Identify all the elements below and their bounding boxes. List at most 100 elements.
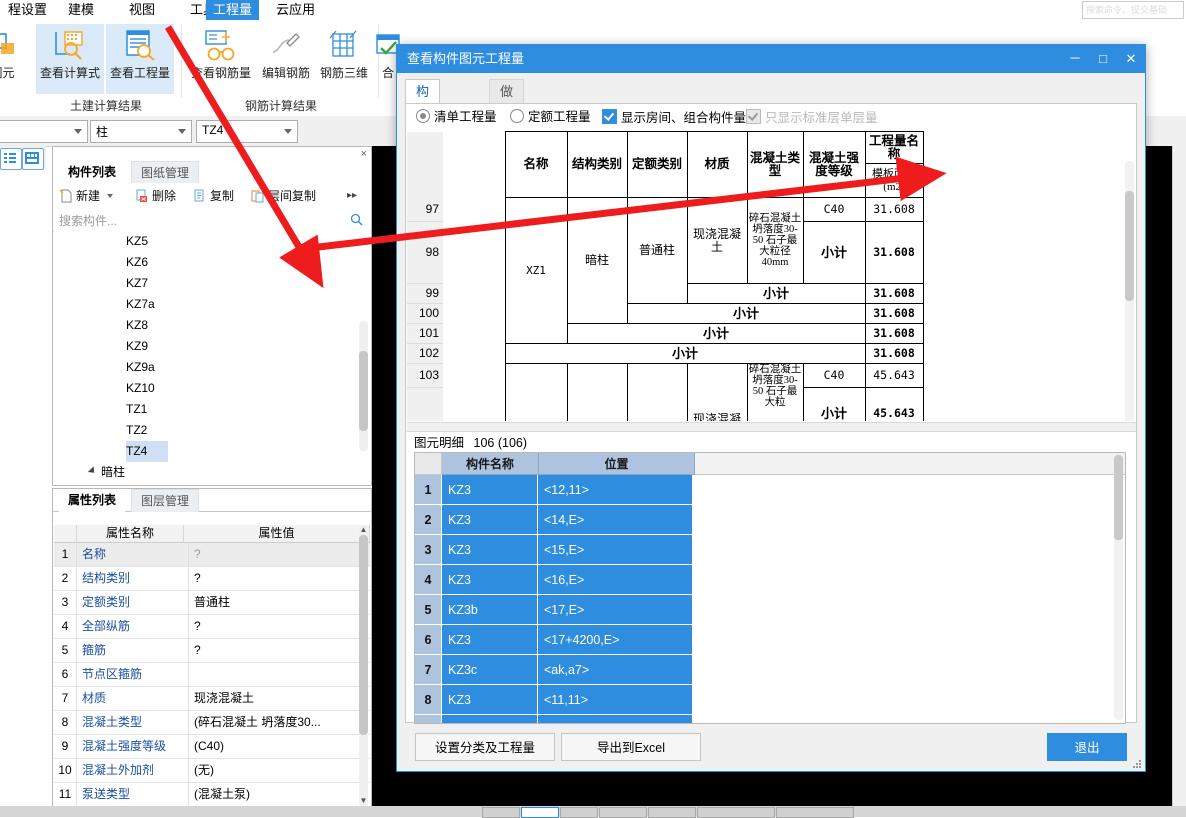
table-row[interactable]: 4 KZ3 <16,E>: [415, 565, 1125, 595]
option-norm-quantity[interactable]: 定额工程量: [510, 109, 591, 125]
table-row[interactable]: 7 材质 现浇混凝土: [54, 687, 370, 711]
menu-item-quantity[interactable]: 工程量: [206, 0, 259, 20]
resize-grip-icon[interactable]: [1133, 760, 1142, 769]
list-item[interactable]: KZ9a: [54, 357, 370, 378]
copy-component-button[interactable]: 复制: [193, 187, 234, 205]
row-value[interactable]: 普通柱: [189, 591, 370, 614]
table-row[interactable]: 6 KZ3 <17+4200,E>: [415, 625, 1125, 655]
radio-icon[interactable]: [510, 109, 524, 123]
row-value[interactable]: 现浇混凝土: [189, 687, 370, 710]
table-row[interactable]: 103 普通柱 现浇混凝土 碎石混凝土 坍落度30-50 石子最大粒 C40 4…: [407, 363, 924, 421]
radio-icon[interactable]: [416, 109, 430, 123]
ribbon-button-view-rebar[interactable]: 查看钢筋量: [187, 24, 255, 94]
table-row[interactable]: 1 KZ3 <12,11>: [415, 475, 1125, 505]
exit-button[interactable]: 退出: [1047, 733, 1127, 761]
menu-item-project-settings[interactable]: 程设置: [0, 0, 55, 20]
command-search-input[interactable]: 搜索命令、提交基础: [1082, 1, 1184, 19]
list-item[interactable]: KZ10: [54, 378, 370, 399]
table-row[interactable]: 4 全部纵筋?: [54, 615, 370, 639]
table-row[interactable]: 7 KZ3c <ak,a7>: [415, 655, 1125, 685]
table-row[interactable]: 6 节点区箍筋: [54, 663, 370, 687]
row-value[interactable]: ?: [189, 543, 370, 566]
dialog-title-bar[interactable]: 查看构件图元工程量 － □ ✕: [397, 45, 1145, 73]
option-list-quantity[interactable]: 清单工程量: [416, 109, 497, 125]
scroll-up-icon[interactable]: ▲: [358, 525, 369, 535]
copy-between-floors-button[interactable]: 层间复制: [251, 187, 316, 205]
row-value[interactable]: ?: [189, 639, 370, 662]
component-list-scrollbar[interactable]: [359, 321, 368, 451]
ribbon-button-edit-rebar[interactable]: 编辑钢筋: [258, 24, 314, 94]
ribbon-button-view-quantity[interactable]: 查看工程量: [106, 24, 174, 94]
scroll-down-icon[interactable]: ▼: [358, 796, 369, 806]
status-button-2[interactable]: [521, 807, 559, 818]
table-row[interactable]: 97 XZ1 暗柱 普通柱 现浇混凝土 碎石混凝土 坍落度30-50 石子最大粒…: [407, 197, 924, 364]
new-component-button[interactable]: 新建: [59, 187, 114, 205]
option-show-room-combined[interactable]: 显示房间、组合构件量: [602, 109, 746, 126]
tab-method-quantity[interactable]: 做法工程量: [489, 79, 525, 195]
table-row[interactable]: 1 名称?: [54, 543, 370, 567]
row-value[interactable]: ?: [189, 567, 370, 590]
properties-panel-icon[interactable]: [22, 148, 44, 170]
list-item[interactable]: KZ6: [54, 252, 370, 273]
combo-member[interactable]: TZ4: [196, 120, 298, 143]
tab-component-quantity[interactable]: 构件工程量: [405, 79, 441, 195]
list-item[interactable]: TZ1: [54, 399, 370, 420]
status-button-3[interactable]: [560, 807, 598, 818]
list-item[interactable]: KZ9: [54, 336, 370, 357]
table-row[interactable]: 5 KZ3b <17,E>: [415, 595, 1125, 625]
component-list[interactable]: KZ5 KZ6 KZ7 KZ7a KZ8 KZ9 KZ9a KZ10 TZ1 T…: [54, 231, 370, 484]
list-item[interactable]: KZ7a: [54, 294, 370, 315]
detail-grid-scrollbar[interactable]: [1114, 455, 1123, 720]
row-value[interactable]: ?: [189, 615, 370, 638]
search-icon[interactable]: [350, 213, 363, 229]
component-search-input[interactable]: 搜索构件...: [53, 209, 371, 232]
table-row[interactable]: 10 混凝土外加剂 (无): [54, 759, 370, 783]
row-value[interactable]: [189, 663, 370, 686]
table-row[interactable]: 5 箍筋?: [54, 639, 370, 663]
table-row[interactable]: 8 混凝土类型 (碎石混凝土 坍落度30...: [54, 711, 370, 735]
combo-layer[interactable]: [0, 120, 88, 143]
list-item[interactable]: KZ7: [54, 273, 370, 294]
table-row[interactable]: [415, 715, 1125, 723]
expand-triangle-icon[interactable]: [87, 466, 98, 476]
row-value[interactable]: (C40): [189, 735, 370, 758]
table-row[interactable]: 2 结构类别?: [54, 567, 370, 591]
table-row[interactable]: 2 KZ3 <14,E>: [415, 505, 1125, 535]
row-value[interactable]: (混凝土泵): [189, 783, 370, 806]
tab-drawing-management[interactable]: 图纸管理: [131, 161, 200, 184]
list-item-selected[interactable]: TZ4: [126, 441, 168, 462]
list-item[interactable]: KZ5: [54, 231, 370, 252]
quantity-table[interactable]: 名称 结构类别 定额类别 材质 混凝土类型 混凝土强度等级 工程量名称 模板面积…: [407, 131, 1136, 421]
tab-layer-management[interactable]: 图层管理: [131, 489, 200, 512]
ribbon-button-rebar-3d[interactable]: 钢筋三维: [316, 24, 372, 94]
panel-splitter[interactable]: [407, 422, 1136, 432]
maximize-icon[interactable]: □: [1089, 45, 1117, 73]
row-value[interactable]: (无): [189, 759, 370, 782]
row-value[interactable]: (碎石混凝土 坍落度30...: [189, 711, 370, 734]
menu-item-modeling[interactable]: 建模: [60, 0, 102, 20]
tab-property-list[interactable]: 属性列表: [59, 489, 126, 513]
component-panel-close-icon[interactable]: ×: [361, 148, 367, 160]
minimize-icon[interactable]: －: [1061, 45, 1089, 73]
ribbon-button-element[interactable]: 图元: [0, 24, 35, 94]
menu-item-view[interactable]: 视图: [121, 0, 163, 20]
settings-classification-button[interactable]: 设置分类及工程量: [415, 733, 555, 761]
table-row[interactable]: 9 混凝土强度等级 (C40): [54, 735, 370, 759]
checkbox-icon[interactable]: [602, 109, 617, 124]
tab-component-list[interactable]: 构件列表: [59, 161, 126, 185]
delete-component-button[interactable]: 删除: [135, 187, 176, 205]
close-icon[interactable]: ✕: [1117, 45, 1145, 73]
status-button-5[interactable]: [648, 807, 696, 818]
table-row[interactable]: 3 定额类别 普通柱: [54, 591, 370, 615]
table-row[interactable]: 3 KZ3 <15,E>: [415, 535, 1125, 565]
list-panel-icon[interactable]: [0, 148, 22, 170]
status-button-7[interactable]: [776, 807, 854, 818]
list-item[interactable]: KZ8: [54, 315, 370, 336]
property-scrollbar[interactable]: [359, 525, 368, 806]
list-group-header[interactable]: 暗柱: [54, 462, 370, 482]
element-detail-grid[interactable]: 构件名称 位置 1 KZ3 <12,11> 2 KZ3 <14,E> 3 KZ3 <15,E…: [414, 452, 1126, 724]
list-item[interactable]: TZ2: [54, 420, 370, 441]
menu-item-cloud[interactable]: 云应用: [268, 0, 323, 20]
export-excel-button[interactable]: 导出到Excel: [561, 733, 701, 761]
ribbon-button-view-formula[interactable]: 查看计算式: [36, 24, 104, 94]
